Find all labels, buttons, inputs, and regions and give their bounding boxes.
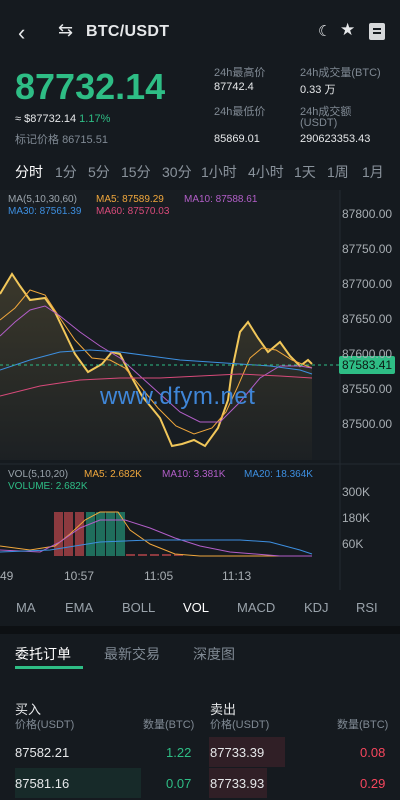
vol-usdt-label-unit: (USDT) <box>300 117 338 129</box>
price-axis-label: 87650.00 <box>342 312 392 326</box>
mark-price: 标记价格 86715.51 <box>15 131 108 147</box>
ask-price[interactable]: 87733.93 <box>210 776 264 791</box>
buy-price-header: 价格(USDT) <box>15 719 75 731</box>
high-label: 24h最高价 <box>214 67 266 79</box>
bid-qty[interactable]: 0.07 <box>166 776 191 791</box>
mark-price-value: 86715.51 <box>62 134 108 146</box>
indicator-tab[interactable]: RSI <box>356 600 378 615</box>
ma10-legend: MA10: 87588.61 <box>184 194 258 205</box>
price-axis-label: 87800.00 <box>342 207 392 221</box>
vol-axis-label: 300K <box>342 485 370 499</box>
volume-bar <box>150 554 159 556</box>
time-axis-label: 11:13 <box>222 569 251 583</box>
price-axis-label: 87600.00 <box>342 347 392 361</box>
interval-tab[interactable]: 30分 <box>162 162 192 182</box>
volume-legend: VOLUME: 2.682K <box>8 481 88 492</box>
ma-legend-label: MA(5,10,30,60) <box>8 194 77 205</box>
tab-orders[interactable]: 委托订单 <box>15 644 71 664</box>
volume-bar <box>162 554 171 556</box>
volume-bar <box>138 554 147 556</box>
approx-price: ≈ $87732.14 1.17% <box>15 113 110 125</box>
high-value: 87742.4 <box>214 81 254 93</box>
volume-bar <box>106 512 115 556</box>
ma30-legend: MA30: 87561.39 <box>8 206 82 217</box>
interval-tab[interactable]: 1周 <box>327 162 349 182</box>
time-axis-label: 49 <box>0 569 14 583</box>
vol-ma5-line <box>0 511 312 557</box>
vol-legend-label: VOL(5,10,20) <box>8 469 69 480</box>
vol-ma20-legend: MA20: 18.364K <box>244 469 313 480</box>
watermark: www.dfym.net <box>100 383 256 410</box>
star-icon[interactable]: ★ <box>340 20 355 40</box>
vol-axis-label: 180K <box>342 511 370 525</box>
section-divider <box>0 626 400 634</box>
interval-tab[interactable]: 分时 <box>15 162 43 182</box>
chevron-left-icon[interactable]: ‹ <box>18 20 25 46</box>
vol-usdt-value: 290623353.43 <box>300 133 371 145</box>
volume-bar <box>75 512 84 556</box>
change-percent: 1.17% <box>79 113 111 125</box>
ma5-legend: MA5: 87589.29 <box>96 194 164 205</box>
indicator-tabs: MA EMA BOLL VOL MACD KDJ RSI <box>0 594 400 624</box>
interval-tabs: 分时 1分 5分 15分 30分 1小时 4小时 1天 1周 1月 <box>0 162 400 184</box>
sell-price-header: 价格(USDT) <box>210 719 270 731</box>
document-icon[interactable] <box>369 23 385 40</box>
active-tab-underline <box>15 666 83 669</box>
indicator-tab[interactable]: VOL <box>183 600 209 615</box>
mark-price-label: 标记价格 <box>15 134 59 146</box>
volume-bar <box>116 512 125 556</box>
ask-price[interactable]: 87733.39 <box>210 745 264 760</box>
vol-axis-label: 60K <box>342 537 363 551</box>
bid-price[interactable]: 87581.16 <box>15 776 69 791</box>
indicator-tab[interactable]: MACD <box>237 600 275 615</box>
vol-ma10-legend: MA10: 3.381K <box>162 469 226 480</box>
last-price: 87732.14 <box>15 66 166 107</box>
time-axis-label: 11:05 <box>144 569 173 583</box>
bid-qty[interactable]: 1.22 <box>166 745 191 760</box>
approx-prefix: ≈ <box>15 113 22 125</box>
ask-qty[interactable]: 0.29 <box>360 776 385 791</box>
low-label: 24h最低价 <box>214 106 266 118</box>
interval-tab[interactable]: 1分 <box>55 162 77 182</box>
vol-btc-value: 0.33 万 <box>300 84 336 96</box>
price-axis-label: 87700.00 <box>342 277 392 291</box>
header-bar: ‹ ⇆ BTC/USDT ☾ ★ <box>0 0 400 66</box>
ma60-legend: MA60: 87570.03 <box>96 206 170 217</box>
interval-tab[interactable]: 1小时 <box>201 162 237 182</box>
interval-tab[interactable]: 1天 <box>294 162 316 182</box>
interval-tab[interactable]: 4小时 <box>248 162 284 182</box>
interval-tab[interactable]: 15分 <box>121 162 151 182</box>
interval-tab[interactable]: 1月 <box>362 162 384 182</box>
price-axis-label: 87500.00 <box>342 417 392 431</box>
vol-ma5-legend: MA5: 2.682K <box>84 469 142 480</box>
indicator-tab[interactable]: EMA <box>65 600 93 615</box>
low-value: 85869.01 <box>214 133 260 145</box>
approx-value: $87732.14 <box>24 113 77 125</box>
ask-qty[interactable]: 0.08 <box>360 745 385 760</box>
volume-bar <box>96 512 105 556</box>
buy-qty-header: 数量(BTC) <box>143 719 195 731</box>
time-axis-label: 10:57 <box>64 569 94 583</box>
tab-depth[interactable]: 深度图 <box>193 644 235 664</box>
swap-icon[interactable]: ⇆ <box>58 20 73 41</box>
indicator-tab[interactable]: KDJ <box>304 600 329 615</box>
interval-tab[interactable]: 5分 <box>88 162 110 182</box>
pair-title[interactable]: BTC/USDT <box>86 23 169 41</box>
indicator-tab[interactable]: MA <box>16 600 36 615</box>
volume-bar <box>126 554 135 556</box>
tab-trades[interactable]: 最新交易 <box>104 644 160 664</box>
vol-btc-label: 24h成交量(BTC) <box>300 67 381 79</box>
price-axis-label: 87750.00 <box>342 242 392 256</box>
bid-price[interactable]: 87582.21 <box>15 745 69 760</box>
price-axis-label: 87550.00 <box>342 382 392 396</box>
sell-qty-header: 数量(BTC) <box>337 719 389 731</box>
moon-icon[interactable]: ☾ <box>318 22 331 40</box>
indicator-tab[interactable]: BOLL <box>122 600 155 615</box>
